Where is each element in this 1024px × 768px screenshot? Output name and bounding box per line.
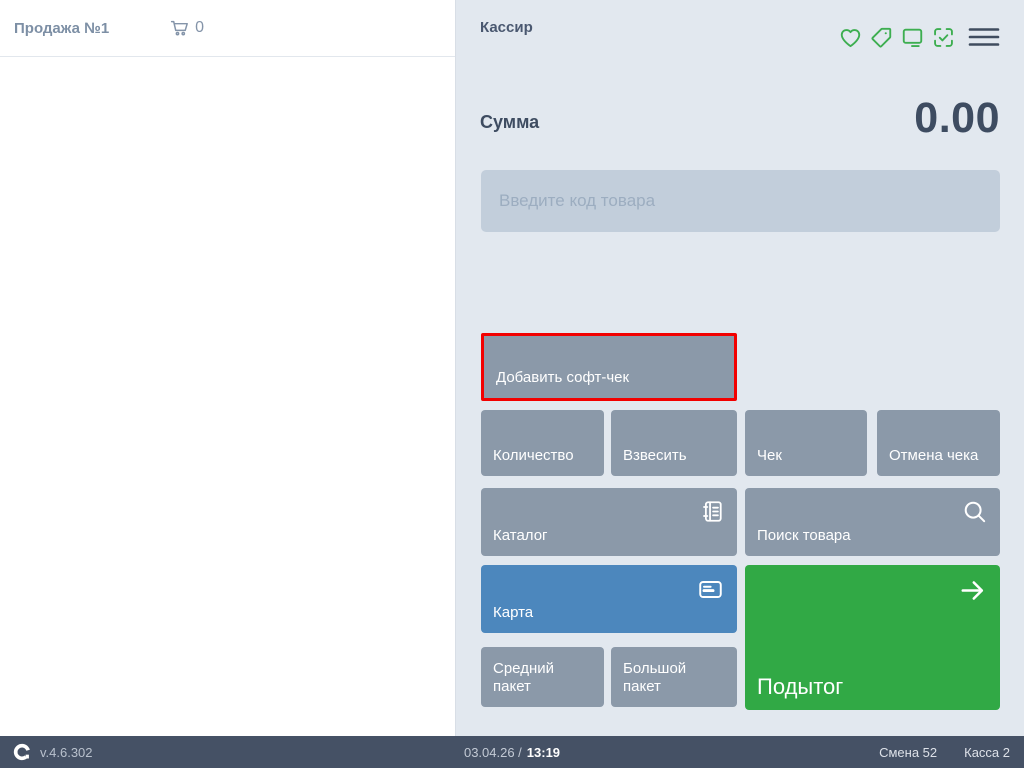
sale-header: Продажа №1 0 (0, 0, 455, 57)
medium-bag-label: Средний пакет (493, 660, 592, 698)
scan-check-icon[interactable] (931, 25, 956, 50)
search-product-label: Поиск товара (757, 527, 851, 546)
quantity-label: Количество (493, 447, 574, 466)
sale-items-panel: Продажа №1 0 (0, 0, 456, 736)
register-label: Касса 2 (964, 745, 1010, 760)
status-time: 13:19 (527, 745, 560, 760)
app-version: v.4.6.302 (40, 745, 93, 760)
heart-icon[interactable] (838, 25, 863, 50)
receipt-button[interactable]: Чек (745, 410, 867, 476)
status-bar: v.4.6.302 03.04.26 / 13:19 Смена 52 Касс… (0, 736, 1024, 768)
pos-app: Продажа №1 0 Кассир (0, 0, 1024, 768)
sum-label: Сумма (480, 112, 539, 133)
receipt-label: Чек (757, 447, 782, 466)
menu-icon[interactable] (968, 25, 1000, 49)
cashier-label: Кассир (480, 19, 533, 36)
shift-label: Смена 52 (879, 745, 937, 760)
statusbar-right: Смена 52 Касса 2 (879, 745, 1024, 760)
card-payment-label: Карта (493, 604, 533, 623)
medium-bag-button[interactable]: Средний пакет (481, 647, 604, 707)
subtotal-label: Подытог (757, 673, 843, 701)
weigh-label: Взвесить (623, 447, 687, 466)
brand-logo (12, 742, 32, 762)
product-code-input[interactable] (481, 170, 1000, 232)
add-soft-check-button[interactable]: Добавить софт-чек (481, 333, 737, 401)
tag-icon[interactable] (869, 25, 894, 50)
statusbar-datetime: 03.04.26 / 13:19 (464, 745, 560, 760)
add-soft-check-label: Добавить софт-чек (496, 369, 629, 388)
quantity-button[interactable]: Количество (481, 410, 604, 476)
catalog-label: Каталог (493, 527, 548, 546)
sale-title: Продажа №1 (14, 20, 109, 37)
cancel-receipt-button[interactable]: Отмена чека (877, 410, 1000, 476)
catalog-book-icon (698, 498, 725, 525)
search-icon (961, 498, 988, 525)
statusbar-left: v.4.6.302 (0, 742, 93, 762)
weigh-button[interactable]: Взвесить (611, 410, 737, 476)
search-product-button[interactable]: Поиск товара (745, 488, 1000, 556)
large-bag-button[interactable]: Большой пакет (611, 647, 737, 707)
cancel-receipt-label: Отмена чека (889, 447, 978, 466)
subtotal-button[interactable]: Подытог (745, 565, 1000, 710)
credit-card-icon (696, 575, 725, 604)
status-date: 03.04.26 / (464, 745, 522, 760)
monitor-icon[interactable] (900, 25, 925, 50)
arrow-right-icon (957, 575, 988, 606)
card-payment-button[interactable]: Карта (481, 565, 737, 633)
cart-icon (169, 18, 190, 39)
sum-value: 0.00 (914, 94, 1000, 143)
register-panel: Кассир (456, 0, 1024, 736)
large-bag-label: Большой пакет (623, 660, 725, 698)
header-icon-group (838, 25, 956, 50)
cart-button[interactable]: 0 (169, 18, 204, 39)
catalog-button[interactable]: Каталог (481, 488, 737, 556)
cart-count: 0 (195, 19, 204, 37)
